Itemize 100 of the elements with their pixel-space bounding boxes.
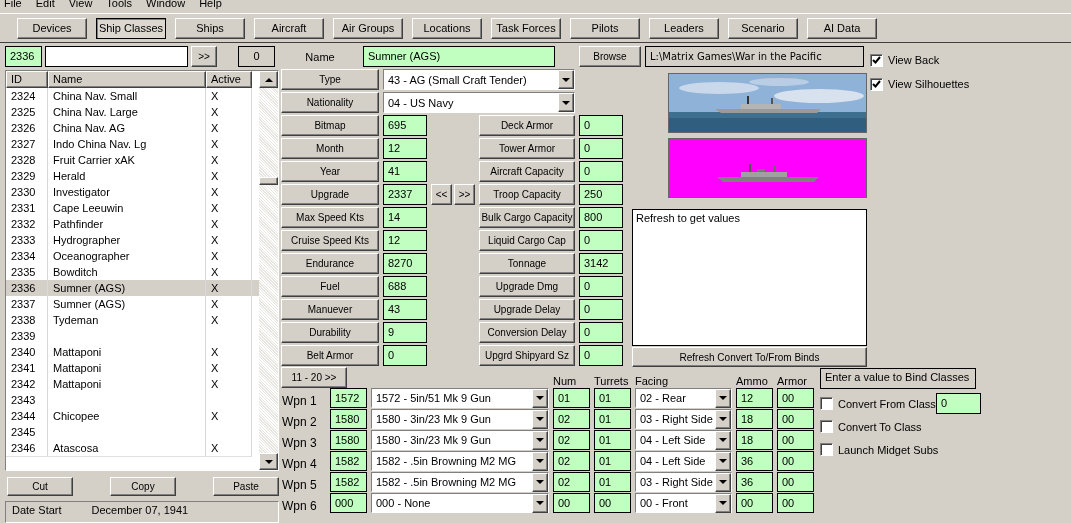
weapon-dropdown[interactable]: 1580 - 3in/23 Mk 9 Gun — [371, 430, 549, 450]
checkbox[interactable] — [870, 53, 883, 67]
facing-dropdown[interactable]: 03 - Right Side — [635, 472, 732, 492]
toolbar-button[interactable]: Ship Classes — [96, 17, 166, 39]
ammo-field[interactable]: 18 — [736, 430, 773, 450]
notes-area[interactable]: Refresh to get values — [632, 209, 867, 346]
turrets-field[interactable]: 01 — [594, 430, 631, 450]
search-field[interactable] — [45, 46, 188, 67]
value-field[interactable]: 0 — [579, 230, 623, 251]
go-button[interactable]: >> — [191, 46, 217, 67]
armor-field[interactable]: 00 — [777, 451, 814, 471]
value-field[interactable]: 695 — [383, 115, 427, 136]
armor-field[interactable]: 00 — [777, 430, 814, 450]
menu-item[interactable]: File — [4, 0, 22, 8]
name-field[interactable]: Sumner (AGS) — [363, 46, 555, 67]
refresh-button[interactable]: Refresh Convert To/From Binds — [632, 347, 867, 367]
armor-field[interactable]: 00 — [777, 472, 814, 492]
page-button[interactable]: 11 - 20 >> — [281, 367, 347, 388]
field-button[interactable]: Deck Armor — [479, 115, 575, 136]
value-field[interactable]: 688 — [383, 276, 427, 297]
value-field[interactable]: 12 — [383, 138, 427, 159]
menu-item[interactable]: View — [68, 0, 93, 8]
value-field[interactable]: 800 — [579, 207, 623, 228]
num-field[interactable]: 02 — [553, 451, 590, 471]
toolbar-button[interactable]: Task Forces — [491, 17, 561, 39]
toolbar-button[interactable]: Air Groups — [333, 17, 403, 39]
field-button[interactable]: Cruise Speed Kts — [281, 230, 379, 251]
ammo-field[interactable]: 36 — [736, 472, 773, 492]
field-button[interactable]: Bulk Cargo Capacity — [479, 207, 575, 228]
toolbar-button[interactable]: Devices — [17, 17, 87, 39]
value-field[interactable]: 0 — [579, 299, 623, 320]
menu-item[interactable]: Edit — [35, 0, 55, 8]
scroll-up-button[interactable] — [259, 71, 278, 88]
ammo-field[interactable]: 18 — [736, 409, 773, 429]
turrets-field[interactable]: 01 — [594, 388, 631, 408]
value-field[interactable]: 0 — [579, 161, 623, 182]
facing-dropdown[interactable]: 00 - Front — [635, 493, 732, 513]
field-button[interactable]: Manuever — [281, 299, 379, 320]
column-header[interactable]: Name — [48, 71, 206, 88]
value-field[interactable]: 14 — [383, 207, 427, 228]
checkbox[interactable] — [820, 420, 833, 433]
field-button[interactable]: Durability — [281, 322, 379, 343]
value-field[interactable]: 8270 — [383, 253, 427, 274]
checkbox[interactable] — [820, 397, 833, 410]
num-field[interactable]: 02 — [553, 472, 590, 492]
nav-button[interactable]: << — [431, 184, 452, 205]
type-dropdown[interactable]: 43 - AG (Small Craft Tender) — [383, 69, 575, 90]
browse-button[interactable]: Browse — [579, 46, 641, 67]
value-field[interactable]: 9 — [383, 322, 427, 343]
weapon-id-field[interactable]: 1582 — [330, 451, 367, 471]
field-button[interactable]: Endurance — [281, 253, 379, 274]
field-button[interactable]: Max Speed Kts — [281, 207, 379, 228]
field-button[interactable]: Troop Capacity — [479, 184, 575, 205]
toolbar-button[interactable]: Locations — [412, 17, 482, 39]
field-button[interactable]: Fuel — [281, 276, 379, 297]
weapon-id-field[interactable]: 000 — [330, 493, 367, 513]
num-field[interactable]: 00 — [553, 493, 590, 513]
value-field[interactable]: 0 — [579, 322, 623, 343]
toolbar-button[interactable]: AI Data — [807, 17, 877, 39]
weapon-id-field[interactable]: 1580 — [330, 430, 367, 450]
checkbox[interactable] — [870, 77, 883, 91]
field-button[interactable]: Belt Armor — [281, 345, 379, 366]
ammo-field[interactable]: 36 — [736, 451, 773, 471]
class-field[interactable]: 0 — [936, 393, 981, 414]
num-field[interactable]: 02 — [553, 409, 590, 429]
weapon-id-field[interactable]: 1572 — [330, 388, 367, 408]
value-field[interactable]: 12 — [383, 230, 427, 251]
toolbar-button[interactable]: Aircraft — [254, 17, 324, 39]
column-header[interactable]: ID — [6, 71, 48, 88]
field-button[interactable]: Conversion Delay — [479, 322, 575, 343]
field-button[interactable]: Upgrade Delay — [479, 299, 575, 320]
edit-button[interactable]: Copy — [110, 477, 176, 497]
value-field[interactable]: 250 — [579, 184, 623, 205]
scrollbar[interactable] — [259, 71, 278, 471]
field-button[interactable]: Upgrade — [281, 184, 379, 205]
toolbar-button[interactable]: Pilots — [570, 17, 640, 39]
armor-field[interactable]: 00 — [777, 388, 814, 408]
field-button[interactable]: Tonnage — [479, 253, 575, 274]
value-field[interactable]: 3142 — [579, 253, 623, 274]
turrets-field[interactable]: 01 — [594, 472, 631, 492]
field-button[interactable]: Bitmap — [281, 115, 379, 136]
ammo-field[interactable]: 12 — [736, 388, 773, 408]
menu-item[interactable]: Help — [199, 0, 222, 8]
weapon-id-field[interactable]: 1582 — [330, 472, 367, 492]
ammo-field[interactable]: 00 — [736, 493, 773, 513]
weapon-dropdown[interactable]: 1572 - 5in/51 Mk 9 Gun — [371, 388, 549, 408]
column-header[interactable]: Active — [206, 71, 252, 88]
edit-button[interactable]: Cut — [7, 477, 73, 497]
menu-item[interactable]: Window — [146, 0, 186, 8]
num-field[interactable]: 02 — [553, 430, 590, 450]
id-field[interactable]: 2336 — [5, 46, 42, 67]
weapon-dropdown[interactable]: 1582 - .5in Browning M2 MG — [371, 472, 549, 492]
edit-button[interactable]: Paste — [213, 477, 279, 497]
value-field[interactable]: 0 — [579, 138, 623, 159]
checkbox[interactable] — [820, 443, 833, 456]
nav-button[interactable]: >> — [454, 184, 475, 205]
weapon-dropdown[interactable]: 1580 - 3in/23 Mk 9 Gun — [371, 409, 549, 429]
nationality-button[interactable]: Nationality — [281, 92, 379, 113]
field-button[interactable]: Tower Armor — [479, 138, 575, 159]
field-button[interactable]: Year — [281, 161, 379, 182]
